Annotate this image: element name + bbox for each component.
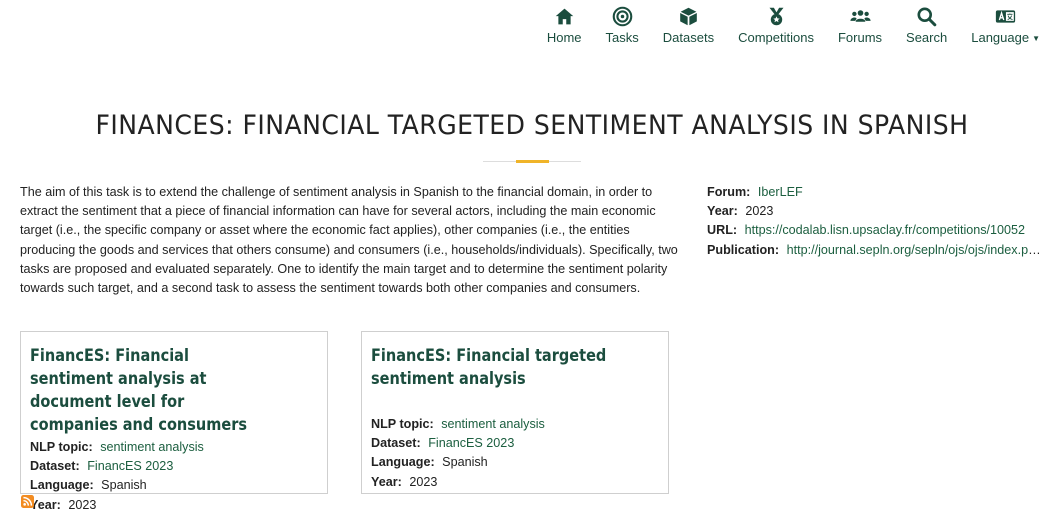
task-meta: Forum: IberLEF Year: 2023 URL: https://c… (707, 183, 1047, 260)
card-language-label: Language: (371, 455, 435, 470)
page-title: FINANCES: FINANCIAL TARGETED SENTIMENT A… (95, 110, 969, 141)
card-year-label: Year: (30, 497, 61, 512)
nav-home[interactable]: Home (547, 5, 582, 45)
nav-datasets-label: Datasets (662, 30, 715, 45)
cube-icon (677, 5, 699, 27)
card-dataset-label: Dataset: (371, 436, 421, 451)
subtask-card: FinancES: Financial targeted sentiment a… (361, 331, 669, 494)
nav-search-label: Search (906, 30, 948, 45)
card-dataset: Dataset: FinancES 2023 (371, 434, 668, 453)
card-dataset: Dataset: FinancES 2023 (30, 457, 327, 476)
card-language: Language: Spanish (30, 476, 327, 495)
nav-home-label: Home (546, 30, 582, 45)
meta-forum-link[interactable]: IberLEF (758, 185, 803, 199)
card-nlp-topic-label: NLP topic: (371, 417, 434, 431)
nav-competitions[interactable]: Competitions (738, 5, 814, 45)
card-language-value: Spanish (442, 455, 488, 470)
nav-language[interactable]: Language ▼ (971, 5, 1040, 45)
meta-year-label: Year: (707, 204, 738, 219)
card-year: Year: 2023 (371, 473, 668, 492)
card-year-value: 2023 (68, 497, 97, 512)
nav-language-label-wrap: Language ▼ (971, 30, 1040, 45)
card-nlp-topic: NLP topic: sentiment analysis (30, 438, 327, 457)
meta-url-label: URL: (707, 223, 738, 238)
card-nlp-topic-label: NLP topic: (30, 440, 93, 454)
meta-forum: Forum: IberLEF (707, 183, 1047, 202)
card-year: Year: 2023 (30, 496, 327, 515)
meta-publication-link[interactable]: http://journal.sepln.org/sepln/ojs/ojs/i… (787, 243, 1047, 257)
card-year-label: Year: (371, 474, 402, 489)
card-dataset-label: Dataset: (30, 459, 80, 474)
target-icon (611, 5, 633, 27)
card-dataset-link[interactable]: FinancES 2023 (428, 436, 514, 450)
card-nlp-topic: NLP topic: sentiment analysis (371, 415, 668, 434)
card-nlp-topic-link[interactable]: sentiment analysis (441, 417, 545, 431)
nav-search[interactable]: Search (906, 5, 947, 45)
subtask-card-title[interactable]: FinancES: Financial targeted sentiment a… (371, 344, 617, 390)
nav-forums[interactable]: Forums (838, 5, 882, 45)
medal-icon (765, 5, 787, 27)
home-icon (553, 5, 575, 27)
meta-url: URL: https://codalab.lisn.upsaclay.fr/co… (707, 221, 1047, 240)
nav-tasks[interactable]: Tasks (606, 5, 639, 45)
meta-publication-label: Publication: (707, 242, 780, 257)
nav-competitions-label: Competitions (738, 30, 814, 45)
main-nav: Home Tasks Datasets Competitions Forums … (547, 5, 1040, 45)
rss-icon[interactable] (21, 495, 34, 508)
meta-year: Year: 2023 (707, 202, 1047, 221)
title-divider-accent (516, 160, 549, 163)
caret-down-icon: ▼ (1032, 34, 1040, 44)
users-icon (849, 5, 871, 27)
meta-year-value: 2023 (745, 204, 774, 219)
subtask-card-title[interactable]: FinancES: Financial sentiment analysis a… (30, 344, 276, 436)
card-nlp-topic-link[interactable]: sentiment analysis (100, 440, 204, 454)
card-language-label: Language: (30, 478, 94, 493)
search-icon (916, 5, 938, 27)
meta-url-link[interactable]: https://codalab.lisn.upsaclay.fr/competi… (745, 223, 1026, 237)
card-dataset-link[interactable]: FinancES 2023 (87, 459, 173, 473)
card-language-value: Spanish (101, 478, 147, 493)
meta-publication: Publication: http://journal.sepln.org/se… (707, 241, 1047, 260)
nav-datasets[interactable]: Datasets (663, 5, 714, 45)
nav-language-label: Language (971, 30, 1030, 45)
subtask-card: FinancES: Financial sentiment analysis a… (20, 331, 328, 512)
card-language: Language: Spanish (371, 453, 668, 472)
nav-forums-label: Forums (837, 30, 883, 45)
nav-tasks-label: Tasks (605, 30, 639, 45)
task-description: The aim of this task is to extend the ch… (20, 185, 678, 296)
card-year-value: 2023 (409, 474, 438, 489)
language-icon (995, 5, 1017, 27)
meta-forum-label: Forum: (707, 185, 751, 199)
